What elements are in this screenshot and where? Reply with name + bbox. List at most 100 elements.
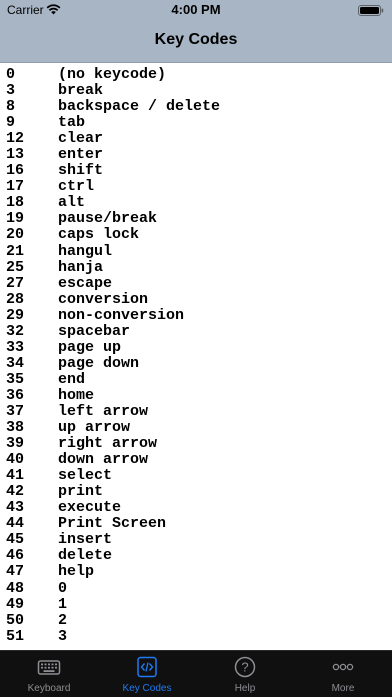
status-bar: Carrier 4:00 PM [0,0,392,20]
key-code-name: (no keycode) [58,66,167,83]
list-item: 42 print [6,484,220,500]
list-item: 0 (no keycode) [6,67,220,83]
key-code-name: page down [58,354,140,372]
key-code-name: backspace / delete [58,98,221,116]
tab-help[interactable]: ? Help [196,651,294,697]
key-code-number: 20 [6,226,25,244]
key-code-name: select [58,467,113,485]
key-code-number: 16 [6,162,25,180]
key-code-name: insert [58,531,113,549]
list-item: 34 page down [6,354,220,372]
list-item: 25 hanja [6,259,220,276]
key-code-name: conversion [58,290,149,308]
key-code-name: escape [58,274,113,292]
key-code-name: break [58,82,104,100]
list-item: 19 pause/break [6,211,220,227]
list-item: 29 non-conversion [6,306,220,324]
list-item: 47 help [6,564,220,580]
tab-keyboard[interactable]: Keyboard [0,651,98,697]
key-code-number: 35 [6,370,25,388]
list-item: 45 insert [6,532,220,548]
list-item: 20 caps lock [6,227,220,243]
key-code-name: Print Screen [58,515,167,533]
list-item: 13 enter [6,147,220,163]
key-code-number: 21 [6,242,25,260]
list-item: 40 down arrow [6,452,220,468]
more-icon [332,663,354,671]
key-code-number: 48 [6,579,25,597]
list-item: 49 1 [6,595,220,613]
key-code-name: page up [58,338,122,356]
list-item: 28 conversion [6,290,220,308]
key-code-name: clear [58,130,104,148]
key-code-name: 2 [58,611,68,629]
key-code-number: 50 [6,611,25,629]
keyboard-icon [37,660,61,675]
key-code-number: 46 [6,547,25,565]
key-code-name: up arrow [58,419,131,437]
tab-more[interactable]: More [294,651,392,697]
list-item: 12 clear [6,131,220,147]
list-item: 36 home [6,386,220,404]
list-item: 38 up arrow [6,420,220,436]
key-code-name: non-conversion [58,306,185,324]
list-item: 44 Print Screen [6,516,220,532]
key-code-name: ctrl [58,178,95,196]
battery-icon [358,5,384,16]
key-code-name: pause/break [58,210,158,228]
key-code-number: 42 [6,483,25,501]
tab-keyboard-label: Keyboard [27,683,71,694]
list-item: 48 0 [6,579,220,597]
key-code-number: 45 [6,531,25,549]
key-code-list: 0 (no keycode) 3 break 8 backspace / delete 9 t… [6,67,220,645]
key-code-name: spacebar [58,322,131,340]
navigation-bar: Key Codes [0,20,392,63]
key-code-name: left arrow [58,402,149,420]
key-code-number: 49 [6,595,25,613]
key-code-name: down arrow [58,451,149,469]
list-item: 39 right arrow [6,436,220,452]
key-code-number: 39 [6,435,25,453]
key-code-name: shift [58,162,104,180]
code-icon [137,656,157,678]
key-code-name: right arrow [58,435,158,453]
key-code-number: 3 [6,82,16,100]
list-item: 41 select [6,468,220,484]
key-code-name: tab [58,114,86,132]
key-code-number: 13 [6,146,25,164]
key-code-number: 19 [6,210,25,228]
svg-text:?: ? [241,660,248,675]
key-code-name: 1 [58,595,68,613]
key-code-name: enter [58,146,104,164]
list-item: 32 spacebar [6,322,220,340]
list-item: 35 end [6,370,220,388]
key-code-number: 36 [6,386,25,404]
list-item: 46 delete [6,548,220,564]
list-item: 43 execute [6,500,220,516]
help-icon: ? [234,656,256,678]
key-code-number: 18 [6,194,25,212]
list-item: 21 hangul [6,242,220,260]
key-code-list-view[interactable]: 0 (no keycode) 3 break 8 backspace / delete 9 t… [0,63,392,650]
key-code-number: 29 [6,306,25,324]
key-code-name: 0 [58,579,68,597]
list-item: 51 3 [6,627,220,645]
list-item: 18 alt [6,195,220,211]
key-code-name: end [58,370,86,388]
tab-key-codes[interactable]: Key Codes [98,651,196,697]
key-code-number: 51 [6,627,25,645]
key-code-number: 37 [6,402,25,420]
list-item: 8 backspace / delete [6,99,220,115]
key-code-number: 8 [6,98,16,116]
key-code-number: 9 [6,114,16,132]
tab-more-label: More [331,683,355,694]
key-code-number: 0 [6,66,16,83]
key-code-name: print [58,483,104,501]
key-code-number: 28 [6,290,25,308]
key-code-name: delete [58,547,113,565]
key-code-number: 44 [6,515,25,533]
tab-bar: Keyboard Key Codes ? Help More [0,650,392,697]
key-code-name: execute [58,499,122,517]
list-item: 9 tab [6,115,220,131]
key-code-number: 40 [6,451,25,469]
